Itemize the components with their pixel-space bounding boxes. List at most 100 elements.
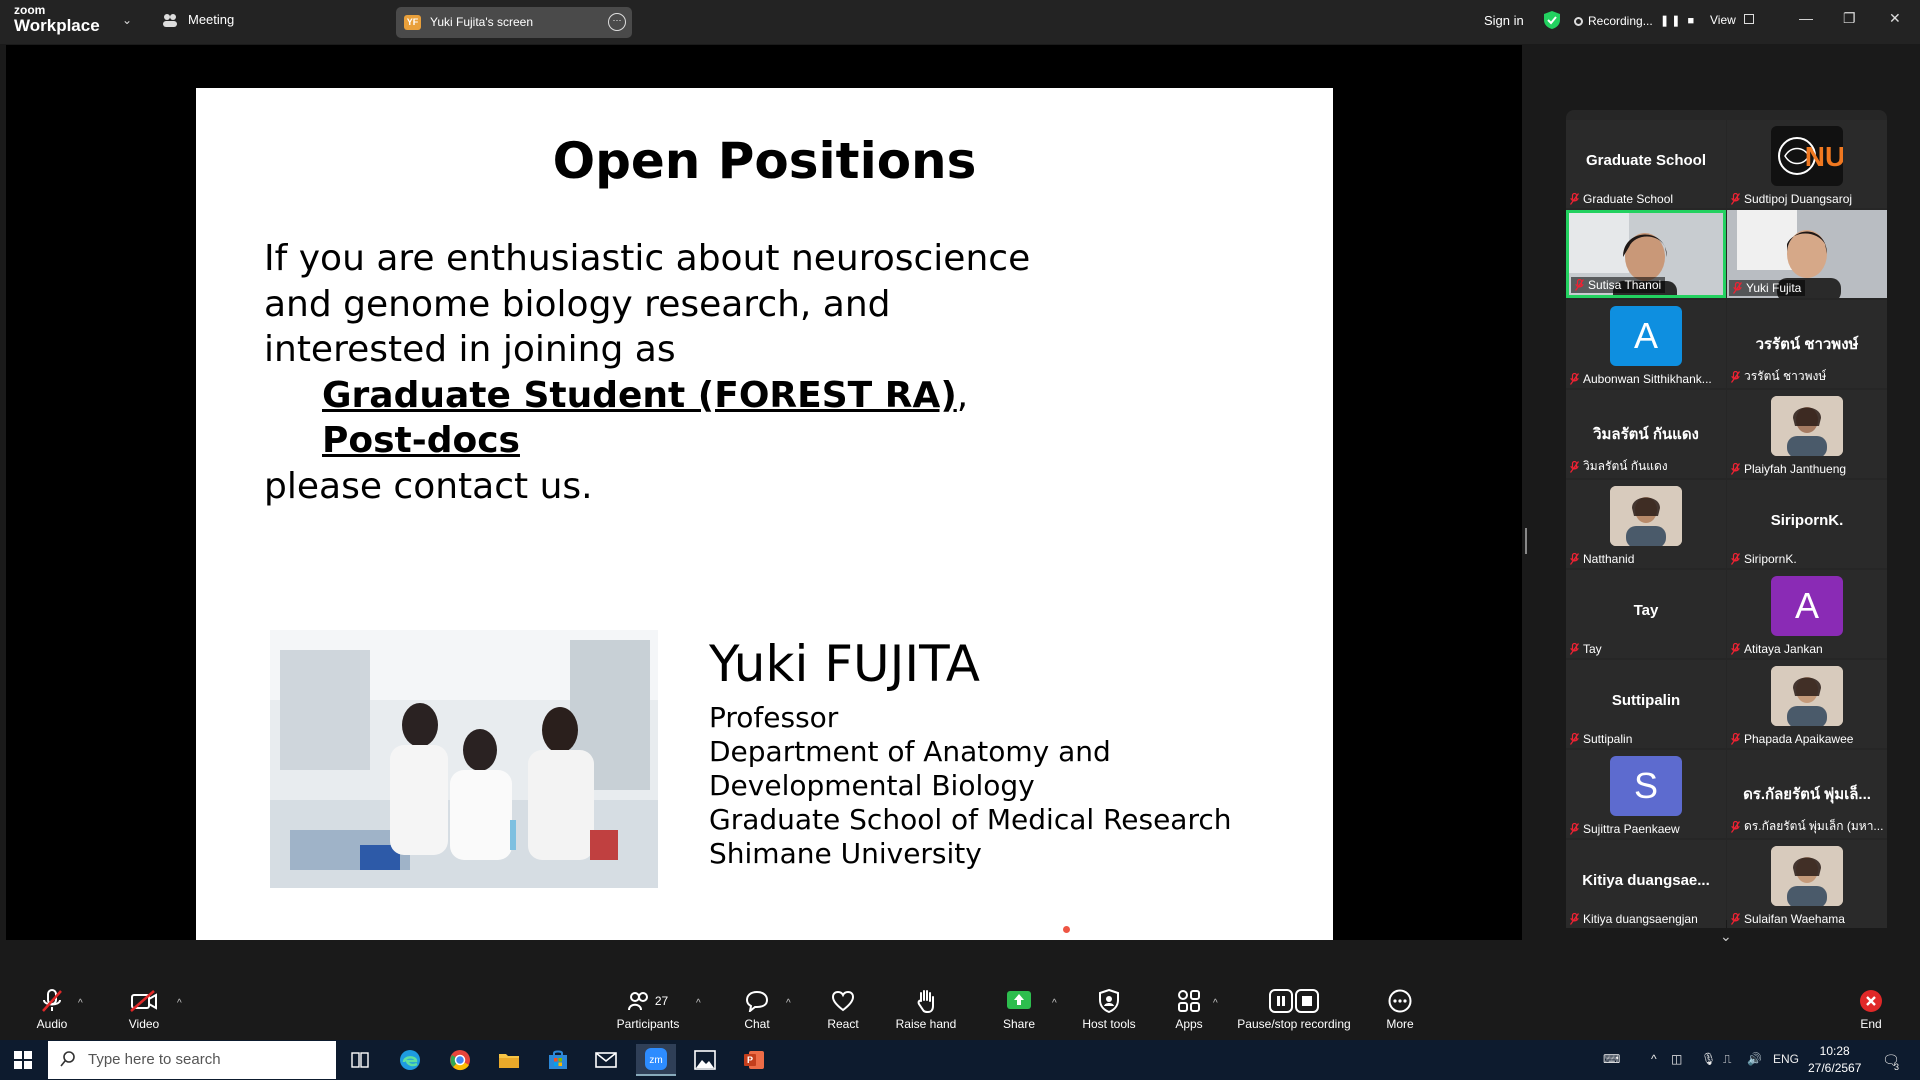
screen-share-tab[interactable]: YF Yuki Fujita's screen ··· (396, 7, 632, 38)
participant-tile[interactable]: Natthanid (1566, 480, 1726, 568)
powerpoint-icon[interactable]: P (734, 1044, 774, 1076)
edge-browser-icon[interactable] (390, 1044, 430, 1076)
photos-app-icon[interactable] (685, 1044, 725, 1076)
share-label: Share (1002, 1017, 1036, 1031)
participant-tile[interactable]: Sulaifan Waehama (1727, 840, 1887, 928)
audio-button[interactable]: Audio (7, 989, 97, 1031)
participant-name-label: Suttipalin (1570, 732, 1632, 746)
video-button[interactable]: Video (99, 989, 189, 1031)
participant-name-label: Plaiyfah Janthueng (1731, 462, 1846, 476)
language-indicator[interactable]: ENG (1773, 1052, 1799, 1066)
participant-tile[interactable]: S Sujittra Paenkaew (1566, 750, 1726, 838)
share-button[interactable]: Share (974, 989, 1064, 1031)
participant-tile[interactable]: Suttipalin Suttipalin (1566, 660, 1726, 748)
logo-line1: zoom (14, 3, 46, 17)
view-grid-icon[interactable] (1744, 14, 1754, 24)
audio-options-caret-icon[interactable]: ^ (78, 998, 83, 1009)
react-button[interactable]: React (798, 989, 888, 1031)
participant-tile[interactable]: Plaiyfah Janthueng (1727, 390, 1887, 478)
participant-tile[interactable]: Graduate School Graduate School (1566, 120, 1726, 208)
participant-tile[interactable]: วรรัตน์ ชาวพงษ์ วรรัตน์ ชาวพงษ์ (1727, 300, 1887, 388)
presenter-dept1: Department of Anatomy and (709, 735, 1111, 768)
participant-name-label: Aubonwan Sitthikhank... (1570, 372, 1712, 386)
close-icon[interactable]: ✕ (1889, 10, 1901, 27)
apps-grid-icon (1178, 990, 1200, 1012)
microphone-icon[interactable]: 🎙 (1701, 1052, 1716, 1066)
participant-name: Graduate School (1583, 192, 1674, 206)
task-view-icon[interactable] (340, 1044, 380, 1076)
participant-tile[interactable]: วิมลรัตน์ กันแดง วิมลรัตน์ กันแดง (1566, 390, 1726, 478)
participant-tile[interactable]: SiripornK. SiripornK. (1727, 480, 1887, 568)
windows-start-icon[interactable] (14, 1051, 32, 1069)
presenter-school: Graduate School of Medical Research (709, 803, 1232, 836)
svg-text:P: P (747, 1055, 753, 1065)
raise-hand-button[interactable]: Raise hand (881, 989, 971, 1031)
recording-dot-icon (1574, 16, 1583, 26)
volume-icon[interactable]: 🔊 (1747, 1052, 1762, 1066)
panel-resize-handle[interactable] (1525, 528, 1527, 554)
share-options-caret-icon[interactable]: ^ (1052, 998, 1057, 1009)
participant-name: Tay (1583, 642, 1602, 656)
taskbar-clock[interactable]: 10:28 27/6/2567 (1808, 1043, 1861, 1077)
zoom-taskbar-icon[interactable]: zm (636, 1044, 676, 1076)
network-icon[interactable]: ⎍ (1723, 1052, 1731, 1067)
muted-mic-icon (1731, 553, 1740, 565)
more-button[interactable]: More (1355, 989, 1445, 1031)
muted-mic-icon (1570, 373, 1579, 385)
slide-line3: interested in joining as (264, 329, 676, 370)
zoom-app: zoom Workplace ⌄ Meeting YF Yuki Fujita'… (0, 0, 1920, 1080)
video-options-caret-icon[interactable]: ^ (177, 998, 182, 1009)
keyboard-icon[interactable]: ⌨ (1603, 1052, 1620, 1066)
restore-icon[interactable]: ❐ (1843, 10, 1856, 27)
participant-gallery: Graduate School Graduate School NU Sudtipoj… (1566, 110, 1887, 928)
participant-tile[interactable]: ดร.กัลยรัตน์ พุ่มเล็... ดร.กัลยรัตน์ พุ่ม… (1727, 750, 1887, 838)
tray-expand-icon[interactable]: ^ (1651, 1052, 1657, 1066)
meeting-menu[interactable]: Meeting (162, 12, 234, 27)
presenter-name: Yuki FUJITA (709, 635, 980, 693)
muted-mic-icon (1731, 370, 1740, 383)
gallery-scroll-down-icon[interactable]: ⌄ (1720, 928, 1732, 945)
participant-name-label: Phapada Apaikawee (1731, 732, 1853, 746)
end-meeting-button[interactable]: End (1826, 989, 1916, 1031)
recording-pause-stop-icon[interactable]: ❚❚ ■ (1660, 14, 1696, 27)
participant-tile[interactable]: Sutisa Thanoi (1566, 210, 1726, 298)
chat-button[interactable]: Chat (712, 989, 802, 1031)
security-shield-icon[interactable] (1544, 11, 1560, 29)
pause-stop-icon (1269, 989, 1319, 1013)
participants-button[interactable]: 27 Participants (603, 989, 693, 1031)
apps-options-caret-icon[interactable]: ^ (1213, 998, 1218, 1009)
participant-tile[interactable]: Kitiya duangsae... Kitiya duangsaengjan (1566, 840, 1726, 928)
participant-photo (1771, 396, 1843, 456)
participant-photo (1771, 666, 1843, 726)
sign-in-link[interactable]: Sign in (1484, 13, 1524, 28)
pause-stop-recording-button[interactable]: Pause/stop recording (1221, 989, 1367, 1031)
chat-label: Chat (744, 1017, 770, 1031)
participant-tile[interactable]: Phapada Apaikawee (1727, 660, 1887, 748)
participant-photo (1610, 486, 1682, 546)
muted-mic-icon (1731, 733, 1740, 745)
participant-tile[interactable]: Tay Tay (1566, 570, 1726, 658)
recording-indicator: Recording... (1574, 14, 1653, 28)
participant-tile[interactable]: NU Sudtipoj Duangsaroj (1727, 120, 1887, 208)
mail-icon[interactable] (586, 1044, 626, 1076)
chat-options-caret-icon[interactable]: ^ (786, 998, 791, 1009)
participants-options-caret-icon[interactable]: ^ (696, 998, 701, 1009)
chrome-browser-icon[interactable] (440, 1044, 480, 1076)
minimize-icon[interactable]: — (1799, 10, 1813, 26)
participant-tile[interactable]: Yuki Fujita (1727, 210, 1887, 298)
video-label: Video (128, 1017, 160, 1031)
participant-tile[interactable]: A Aubonwan Sitthikhank... (1566, 300, 1726, 388)
participant-tile[interactable]: A Atitaya Jankan (1727, 570, 1887, 658)
more-options-icon[interactable]: ··· (608, 13, 626, 31)
microsoft-store-icon[interactable] (538, 1044, 578, 1076)
workplace-chevron-down-icon[interactable]: ⌄ (122, 13, 132, 27)
meet-now-icon[interactable]: ◫ (1671, 1052, 1682, 1066)
participant-display-name: วรรัตน์ ชาวพงษ์ (1755, 336, 1859, 353)
file-explorer-icon[interactable] (489, 1044, 529, 1076)
pause-stop-label: Pause/stop recording (1237, 1017, 1351, 1031)
view-button[interactable]: View (1710, 13, 1736, 27)
taskbar-search-box[interactable]: Type here to search (48, 1041, 336, 1079)
slide-title: Open Positions (552, 132, 977, 190)
participant-avatar: A (1771, 576, 1843, 636)
host-tools-button[interactable]: Host tools (1064, 989, 1154, 1031)
